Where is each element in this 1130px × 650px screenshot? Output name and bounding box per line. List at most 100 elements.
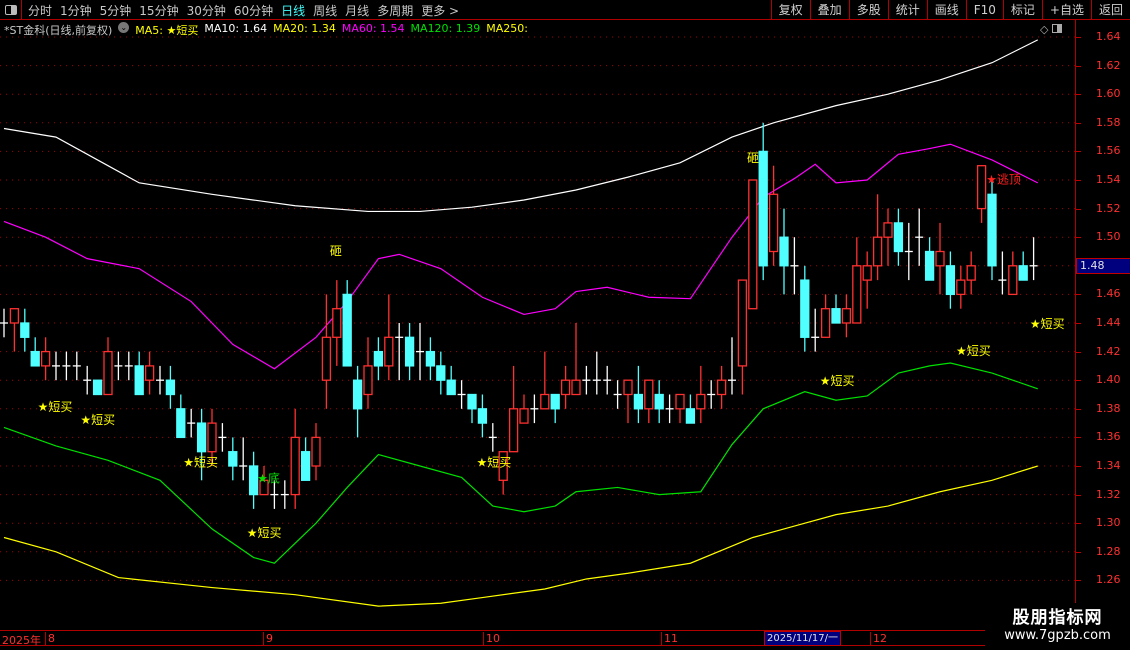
candle-down bbox=[1018, 265, 1028, 281]
date-label-dec: 12 bbox=[870, 632, 887, 646]
candle-up bbox=[956, 279, 966, 296]
statistics-button[interactable]: 统计 bbox=[887, 0, 927, 20]
restore-rights-button[interactable]: 复权 bbox=[770, 0, 810, 20]
overlay-button[interactable]: 叠加 bbox=[809, 0, 849, 20]
axis-tick bbox=[1076, 151, 1081, 153]
candle-up bbox=[976, 165, 987, 210]
back-button[interactable]: 返回 bbox=[1090, 0, 1130, 20]
date-label-year: 2025年 bbox=[2, 634, 41, 647]
candle-up bbox=[384, 336, 394, 367]
tab-30min[interactable]: 30分钟 bbox=[187, 2, 226, 19]
axis-tick bbox=[1076, 580, 1081, 582]
price-label: 1.64 bbox=[1096, 30, 1121, 43]
tab-1min[interactable]: 1分钟 bbox=[60, 2, 92, 19]
candle-down bbox=[20, 322, 30, 338]
candle-down bbox=[196, 422, 207, 453]
candle-down bbox=[176, 408, 186, 439]
candle-up bbox=[560, 379, 571, 396]
signal-mark: 砸 bbox=[747, 151, 759, 165]
add-watchlist-button[interactable]: +自选 bbox=[1041, 0, 1091, 20]
candle-up bbox=[571, 379, 581, 396]
candle-up bbox=[820, 308, 831, 338]
axis-tick bbox=[1076, 122, 1081, 124]
tab-daily[interactable]: 日线 bbox=[281, 2, 305, 19]
panel-icon[interactable] bbox=[1051, 24, 1062, 33]
price-label: 1.42 bbox=[1096, 344, 1121, 358]
axis-tick bbox=[1076, 37, 1081, 38]
watermark-url: www.7gpzb.com bbox=[1004, 628, 1111, 643]
candle-down bbox=[436, 365, 446, 381]
current-price-label: 1.48 bbox=[1076, 257, 1130, 274]
candle-down bbox=[685, 408, 696, 424]
axis-tick bbox=[1076, 94, 1081, 96]
candle-up bbox=[768, 193, 779, 253]
candle-down bbox=[831, 308, 841, 324]
date-label-aug: 8 bbox=[45, 632, 55, 646]
tab-5min[interactable]: 5分钟 bbox=[100, 2, 132, 19]
tab-weekly[interactable]: 周线 bbox=[313, 2, 337, 19]
diamond-icon[interactable]: ◇ bbox=[1040, 23, 1048, 36]
multi-stock-button[interactable]: 多股 bbox=[848, 0, 888, 20]
price-label: 1.44 bbox=[1096, 316, 1121, 329]
price-label: 1.56 bbox=[1096, 144, 1121, 158]
axis-tick bbox=[1076, 494, 1081, 496]
candle-up bbox=[9, 308, 20, 324]
candle-down bbox=[425, 350, 436, 367]
candle-down bbox=[633, 393, 644, 410]
tab-multi-period[interactable]: 多周期 bbox=[377, 2, 413, 19]
candle-up bbox=[862, 265, 872, 281]
candle-up bbox=[716, 379, 727, 396]
signal-buy: ★短买 bbox=[183, 456, 218, 470]
candle-up bbox=[841, 308, 852, 324]
tab-fenshi[interactable]: 分时 bbox=[28, 2, 52, 19]
candle-up bbox=[311, 436, 321, 467]
top-toolbar: 分时 1分钟 5分钟 15分钟 30分钟 60分钟 日线 周线 月线 多周期 更… bbox=[0, 0, 1130, 20]
panel-icon bbox=[4, 5, 17, 15]
price-label: 1.36 bbox=[1096, 430, 1121, 444]
axis-tick bbox=[1076, 208, 1081, 210]
signal-buy: ★短买 bbox=[477, 456, 512, 470]
candle-up bbox=[852, 265, 862, 324]
candle-up bbox=[40, 350, 51, 367]
signal-buy: ★短买 bbox=[956, 344, 991, 358]
ma5-label: MA5: ★短买 bbox=[135, 22, 198, 38]
price-label: 1.62 bbox=[1096, 58, 1121, 72]
mark-button[interactable]: 标记 bbox=[1002, 0, 1042, 20]
f10-button[interactable]: F10 bbox=[965, 0, 1003, 20]
tab-60min[interactable]: 60分钟 bbox=[234, 2, 273, 19]
candle-down bbox=[924, 250, 935, 281]
tab-15min[interactable]: 15分钟 bbox=[139, 2, 178, 19]
candle-up bbox=[363, 365, 373, 396]
candle-up bbox=[737, 279, 748, 367]
ma10-label: MA10: 1.64 bbox=[204, 22, 268, 35]
candle-up bbox=[144, 365, 155, 381]
price-label: 1.50 bbox=[1096, 230, 1121, 244]
ma5-name: MA5: bbox=[135, 24, 164, 37]
candle-up bbox=[675, 393, 685, 410]
candle-down bbox=[228, 451, 238, 467]
candle-down bbox=[893, 222, 904, 253]
candle-up bbox=[748, 179, 758, 310]
ma20-label: MA20: 1.34 bbox=[273, 22, 336, 35]
chevron-down-icon[interactable]: ⌄ bbox=[118, 22, 130, 33]
candle-down bbox=[800, 279, 810, 338]
price-label: 1.30 bbox=[1096, 516, 1121, 530]
signal-buy: ★短买 bbox=[1030, 317, 1065, 331]
layout-toggle-button[interactable] bbox=[0, 0, 22, 20]
candle-down bbox=[945, 265, 956, 296]
candle-up bbox=[540, 393, 550, 410]
toolbar-buttons: 复权 叠加 多股 统计 画线 F10 标记 +自选 返回 bbox=[770, 0, 1130, 20]
candle-down bbox=[92, 379, 103, 396]
tab-more[interactable]: 更多 > bbox=[421, 2, 459, 19]
price-label: 1.46 bbox=[1096, 287, 1121, 301]
draw-line-button[interactable]: 画线 bbox=[926, 0, 966, 20]
signal-buy: ★短买 bbox=[247, 526, 282, 540]
candlestick-chart[interactable]: ★短买★短买★短买★短买★短买★短买★短买★短买★逃顶★底砸砸 bbox=[0, 0, 1075, 630]
candle-up bbox=[966, 265, 976, 281]
price-label: 1.54 bbox=[1096, 173, 1121, 186]
ma-line-green bbox=[3, 362, 1038, 564]
candle-down bbox=[758, 150, 768, 267]
date-cursor-label: 2025/11/17/一 bbox=[764, 631, 842, 646]
candle-down bbox=[550, 393, 560, 410]
tab-monthly[interactable]: 月线 bbox=[345, 2, 369, 19]
